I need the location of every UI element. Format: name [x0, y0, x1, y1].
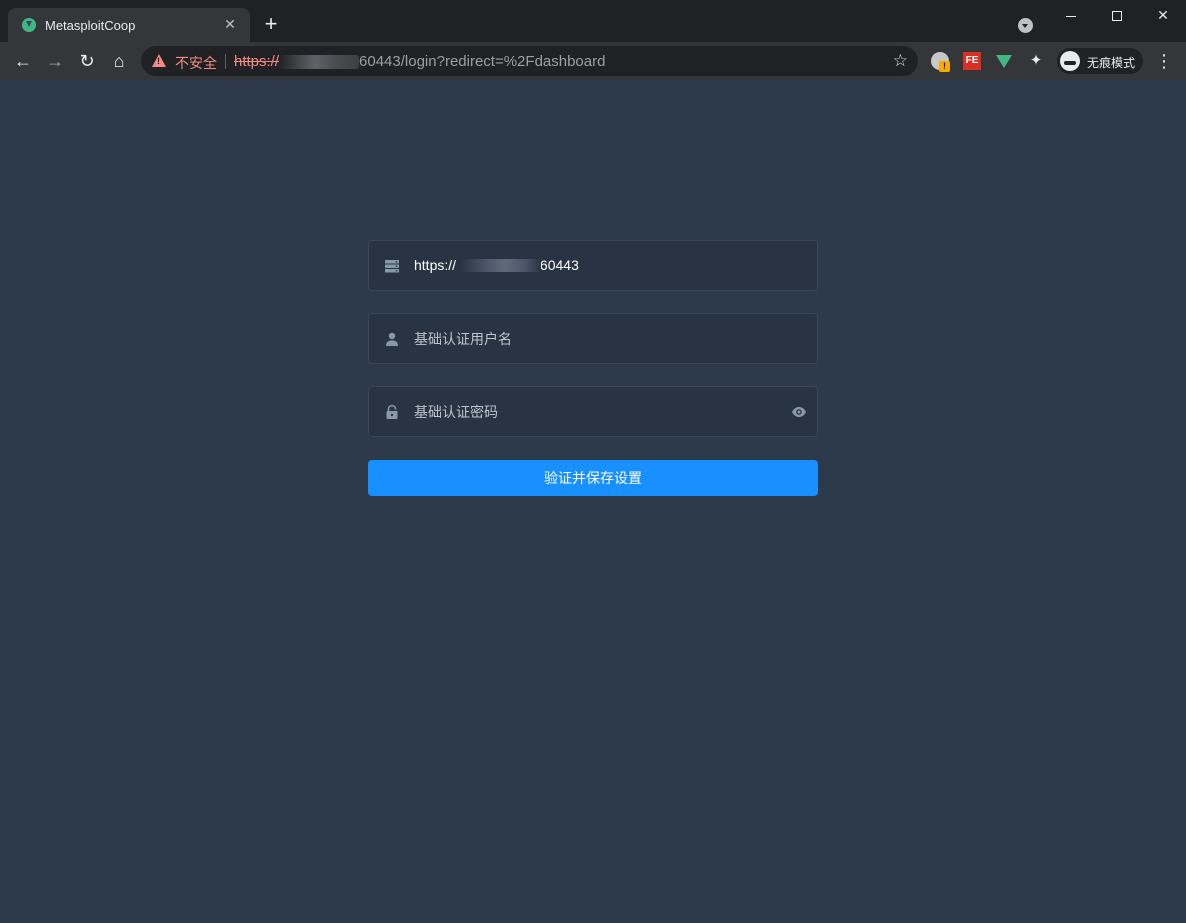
title-bar: MetasploitCoop ✕ + ✕	[0, 0, 1186, 42]
reload-button[interactable]: ↻	[75, 49, 99, 73]
url-path: 60443/login?redirect=%2Fdashboard	[359, 53, 606, 70]
incognito-icon	[1060, 51, 1080, 71]
username-input[interactable]	[414, 314, 774, 363]
login-page: https:// .60443 基础认证用户名 验证并保存设置	[0, 80, 1186, 923]
settings-form: https:// .60443 基础认证用户名 验证并保存设置	[368, 240, 818, 496]
incognito-label: 无痕模式	[1087, 56, 1136, 70]
incognito-indicator[interactable]: 无痕模式	[1057, 48, 1143, 74]
forward-button[interactable]: →	[43, 49, 67, 73]
home-button[interactable]: ⌂	[107, 49, 131, 73]
tab-search-icon[interactable]	[1018, 18, 1033, 33]
lock-icon	[386, 404, 398, 419]
minimize-icon	[1066, 15, 1076, 17]
url-text[interactable]: https:// 60443/login?redirect=%2Fdashboar…	[234, 53, 605, 70]
warning-icon[interactable]	[152, 54, 166, 67]
user-icon	[386, 332, 398, 346]
new-tab-button[interactable]: +	[259, 13, 283, 37]
browser-menu-icon[interactable]: ⋮	[1155, 51, 1173, 71]
tab-close-icon[interactable]: ✕	[220, 14, 240, 34]
tab-title: MetasploitCoop	[45, 18, 136, 33]
redacted-host	[279, 55, 360, 70]
username-field[interactable]	[368, 313, 818, 364]
bookmark-star-icon[interactable]: ☆	[893, 51, 908, 71]
browser-toolbar: ← → ↻ ⌂ 不安全 https:// 60443/login?redirect…	[0, 42, 1186, 80]
maximize-button[interactable]	[1094, 0, 1140, 32]
maximize-icon	[1112, 11, 1122, 22]
close-window-button[interactable]: ✕	[1140, 0, 1186, 32]
address-bar[interactable]: 不安全 https:// 60443/login?redirect=%2Fdash…	[141, 46, 918, 76]
verify-save-button[interactable]: 验证并保存设置	[368, 460, 818, 496]
divider	[225, 54, 226, 69]
extension-badge-icon[interactable]	[931, 52, 950, 72]
tab-metasploitcoop[interactable]: MetasploitCoop ✕	[8, 8, 250, 42]
fe-extension-icon[interactable]: FE	[963, 52, 981, 70]
server-url-scheme: https://	[414, 257, 457, 273]
security-status[interactable]: 不安全	[175, 53, 217, 73]
vue-favicon-icon	[22, 18, 36, 32]
password-field[interactable]	[368, 386, 818, 437]
server-url-port: .60443	[536, 257, 579, 273]
redacted-host	[461, 259, 541, 272]
server-url-field[interactable]: https:// .60443	[368, 240, 818, 291]
browser-window: MetasploitCoop ✕ + ✕ ← → ↻ ⌂ 不安全 https:/…	[0, 0, 1186, 923]
vue-devtools-icon[interactable]	[996, 55, 1012, 68]
password-input[interactable]	[414, 387, 774, 436]
eye-icon[interactable]	[791, 404, 807, 420]
url-scheme: https://	[234, 53, 280, 70]
server-icon	[385, 260, 399, 273]
extensions-puzzle-icon[interactable]: ✦	[1027, 52, 1045, 70]
minimize-button[interactable]	[1048, 0, 1094, 32]
back-button[interactable]: ←	[11, 49, 35, 73]
